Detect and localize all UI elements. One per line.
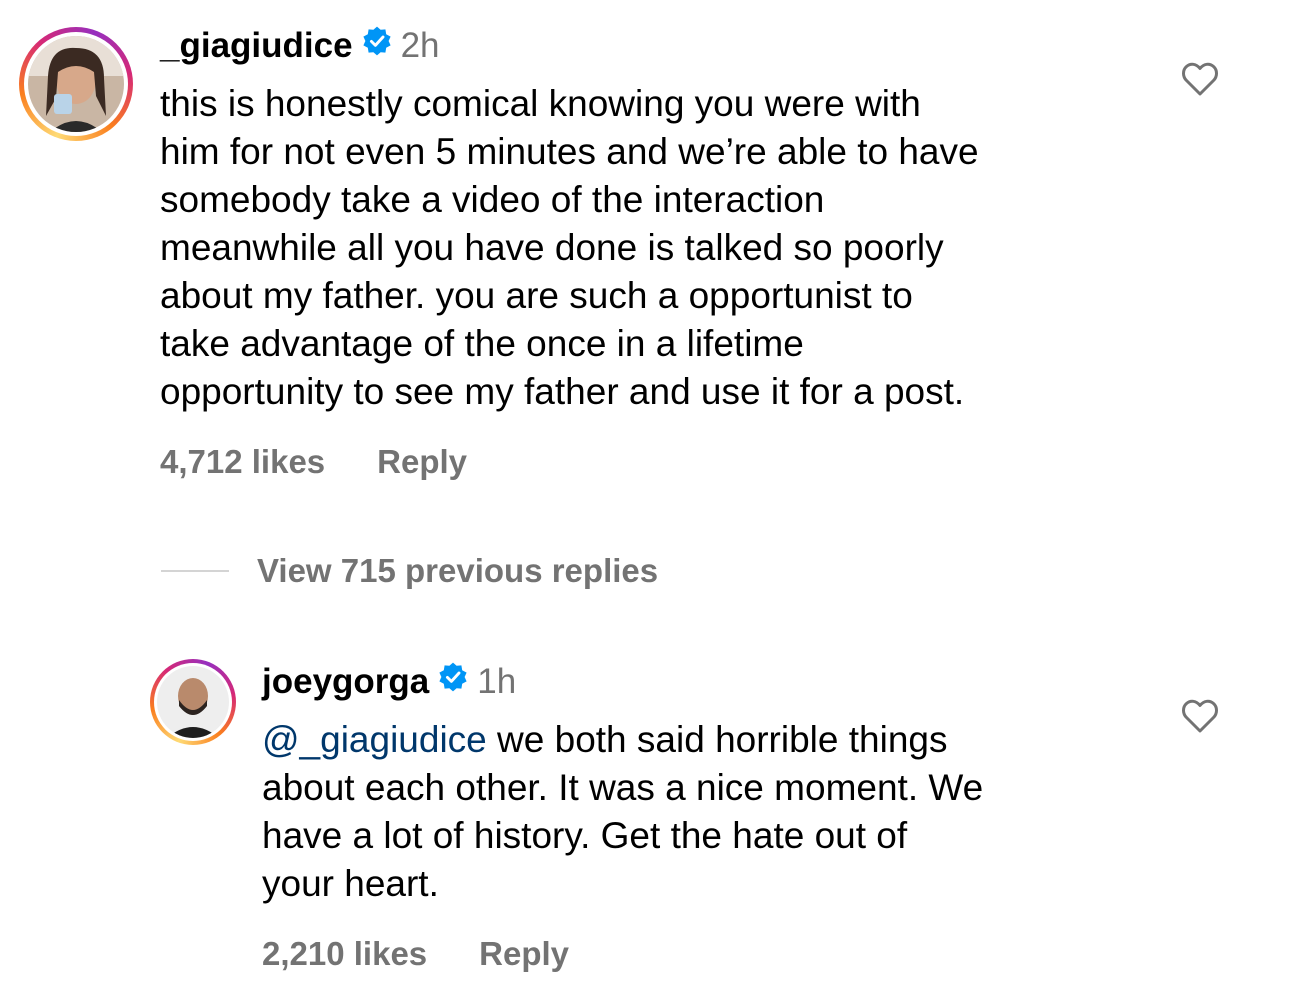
verified-badge-icon <box>361 22 393 70</box>
comment-text: @_giagiudice we both said horrible thing… <box>262 716 1162 908</box>
mention-link[interactable]: @_giagiudice <box>262 719 487 760</box>
like-count[interactable]: 2,210 likes <box>262 932 427 976</box>
avatar-story-ring[interactable] <box>150 659 236 745</box>
verified-badge-icon <box>437 658 469 706</box>
reply-button[interactable]: Reply <box>479 932 569 976</box>
replies-divider <box>161 570 229 572</box>
comment-text: this is honestly comical knowing you wer… <box>160 83 979 412</box>
heart-outline-icon[interactable] <box>1181 61 1219 97</box>
like-count[interactable]: 4,712 likes <box>160 440 325 484</box>
view-replies-label[interactable]: View 715 previous replies <box>257 552 658 590</box>
comment-giagiudice: _giagiudice 2h this is honestly comical … <box>0 0 1290 500</box>
timestamp: 2h <box>400 26 440 65</box>
username[interactable]: _giagiudice <box>160 22 353 70</box>
reply-button[interactable]: Reply <box>377 440 467 484</box>
avatar-story-ring[interactable] <box>19 27 133 141</box>
comment-joeygorga: joeygorga 1h @_giagiudice we both said h… <box>0 640 1290 998</box>
view-previous-replies[interactable]: View 715 previous replies <box>161 548 658 594</box>
avatar <box>157 666 229 738</box>
heart-outline-icon[interactable] <box>1181 698 1219 734</box>
username[interactable]: joeygorga <box>262 658 429 706</box>
avatar <box>28 36 124 132</box>
timestamp: 1h <box>477 662 517 701</box>
